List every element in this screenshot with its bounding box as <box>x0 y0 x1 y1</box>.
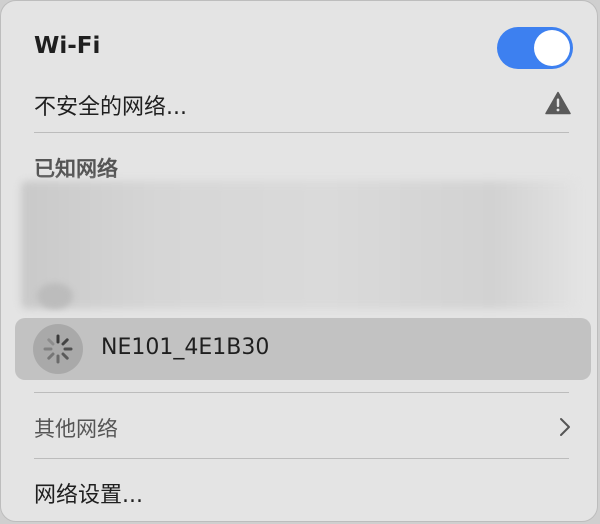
other-networks-item[interactable]: 其他网络 <box>1 405 597 449</box>
insecure-networks-item[interactable]: 不安全的网络... <box>1 81 597 127</box>
chevron-right-icon <box>560 418 570 436</box>
divider <box>34 392 569 393</box>
wifi-toggle[interactable] <box>497 27 573 69</box>
spinner-icon <box>43 334 73 364</box>
blurred-networks-area <box>21 181 577 309</box>
other-networks-label: 其他网络 <box>34 417 118 441</box>
blurred-network-icon <box>37 283 73 309</box>
wifi-title: Wi-Fi <box>34 33 101 59</box>
network-name: NE101_4E1B30 <box>101 335 270 360</box>
toggle-knob <box>534 30 570 66</box>
wifi-menu-panel: Wi-Fi 不安全的网络... 已知网络 NE101_4E1B30 其他网络 网… <box>0 0 598 522</box>
known-networks-header: 已知网络 <box>34 157 118 181</box>
network-status-circle <box>33 324 83 374</box>
insecure-networks-label: 不安全的网络... <box>34 95 187 120</box>
divider <box>34 458 569 459</box>
divider <box>34 132 569 133</box>
wifi-header-row: Wi-Fi <box>1 23 597 73</box>
network-settings-label: 网络设置... <box>34 483 143 508</box>
warning-icon <box>545 91 571 115</box>
network-settings-item[interactable]: 网络设置... <box>1 469 597 513</box>
network-item-ne101[interactable]: NE101_4E1B30 <box>15 318 591 380</box>
